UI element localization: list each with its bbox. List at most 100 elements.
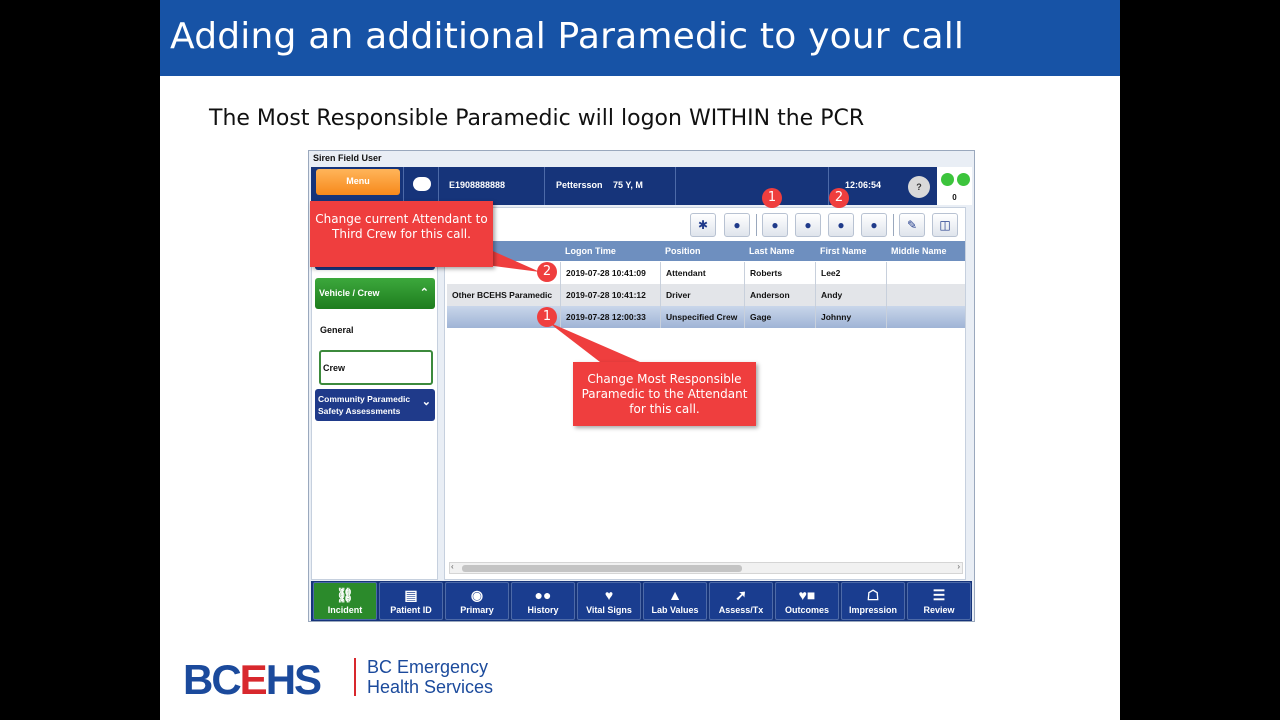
step-badge-1: 1 xyxy=(537,307,557,327)
patient-name: Pettersson xyxy=(556,180,603,190)
row-position: Attendant xyxy=(666,268,706,278)
status-dot-icon xyxy=(941,173,954,186)
nav-impression[interactable]: ☖ Impression xyxy=(841,582,905,620)
grid-line xyxy=(815,262,816,284)
scrollbar-thumb[interactable] xyxy=(462,565,742,572)
grid-line xyxy=(744,284,745,306)
chevron-up-icon: ⌃ xyxy=(419,287,429,299)
chat-icon[interactable] xyxy=(413,177,431,191)
logo-divider xyxy=(354,658,356,696)
step-badge-2: 2 xyxy=(829,188,849,208)
bcehs-logo: BCEHS xyxy=(183,656,322,704)
sidebar-item-general[interactable]: General xyxy=(320,325,354,335)
grid-line xyxy=(886,306,887,328)
set-crew-1-button[interactable]: ● xyxy=(762,213,788,237)
set-crew-2-button[interactable]: ● xyxy=(795,213,821,237)
heart-icon: ♥ xyxy=(604,587,614,603)
column-header[interactable]: First Name xyxy=(820,246,867,256)
id-card-icon: ▤ xyxy=(404,587,418,603)
column-header[interactable]: Last Name xyxy=(749,246,795,256)
nav-label: Incident xyxy=(327,605,363,615)
top-bar: Menu E1908888888 Pettersson 75 Y, M 12:0… xyxy=(311,167,972,205)
clock-time: 12:06:54 xyxy=(845,180,882,190)
set-crew-other-button[interactable]: ● xyxy=(861,213,887,237)
divider xyxy=(438,167,439,205)
add-crew-button[interactable]: ● xyxy=(724,213,750,237)
patient-info: 75 Y, M xyxy=(613,180,643,190)
nav-assess-tx[interactable]: ➚ Assess/Tx xyxy=(709,582,773,620)
nav-lab-values[interactable]: ▲ Lab Values xyxy=(643,582,707,620)
step-badge-1: 1 xyxy=(762,188,782,208)
grid-header: e Logon Time Position Last Name First Na… xyxy=(447,241,965,261)
nav-label: Vital Signs xyxy=(586,605,632,615)
logo-text: E xyxy=(239,656,268,703)
slide: Adding an additional Paramedic to your c… xyxy=(160,0,1120,720)
edit-pencil-icon[interactable]: ✎ xyxy=(899,213,925,237)
delete-trash-icon[interactable]: ◫ xyxy=(932,213,958,237)
history-icon: ●● xyxy=(534,587,552,603)
nav-outcomes[interactable]: ♥■ Outcomes xyxy=(775,582,839,620)
help-button[interactable]: ? xyxy=(908,176,930,198)
impression-icon: ☖ xyxy=(866,587,880,603)
flask-icon: ▲ xyxy=(668,587,682,603)
horizontal-scrollbar[interactable]: ‹ › xyxy=(449,562,963,574)
nav-label: Outcomes xyxy=(784,605,829,615)
nav-primary[interactable]: ◉ Primary xyxy=(445,582,509,620)
grid-line xyxy=(560,284,561,306)
divider xyxy=(893,214,894,236)
incident-id: E1908888888 xyxy=(449,180,506,190)
ambulance-icon: ⛓ xyxy=(336,587,354,603)
grid-line xyxy=(744,262,745,284)
row-first-name: Johnny xyxy=(821,312,852,322)
grid-line xyxy=(815,284,816,306)
nav-incident[interactable]: ⛓ Incident xyxy=(313,582,377,620)
logo-text: HS xyxy=(265,656,322,703)
table-row-selected[interactable]: 2019-07-28 12:00:33 Unspecified Crew Gag… xyxy=(447,306,965,328)
column-header[interactable]: Position xyxy=(665,246,701,256)
set-crew-3-button[interactable]: ● xyxy=(828,213,854,237)
nav-review[interactable]: ☰ Review xyxy=(907,582,971,620)
callout-change-most-responsible: Change Most Responsible Paramedic to the… xyxy=(573,362,756,426)
nav-label: Primary xyxy=(460,605,494,615)
bottom-nav: ⛓ Incident ▤ Patient ID ◉ Primary ●● His… xyxy=(311,581,972,621)
logo-text: BC xyxy=(183,656,242,703)
grid-line xyxy=(815,306,816,328)
nav-label: Impression xyxy=(848,605,897,615)
scroll-right-icon[interactable]: › xyxy=(957,562,960,571)
sidebar-item-community-paramedic[interactable]: Community Paramedic Safety Assessments ⌄ xyxy=(315,389,435,421)
divider xyxy=(675,167,676,205)
sidebar-item-label: Safety Assessments xyxy=(318,406,401,416)
nav-patient-id[interactable]: ▤ Patient ID xyxy=(379,582,443,620)
scroll-left-icon[interactable]: ‹ xyxy=(451,562,454,571)
sidebar-item-label: Community Paramedic xyxy=(318,394,411,404)
clipboard-icon: ☰ xyxy=(932,587,946,603)
sidebar-item-crew[interactable]: Crew xyxy=(319,350,433,385)
status-dot-icon xyxy=(957,173,970,186)
column-header[interactable]: Logon Time xyxy=(565,246,616,256)
row-first-name: Andy xyxy=(821,290,843,300)
organization-name: BC Emergency Health Services xyxy=(367,657,493,697)
grid-line xyxy=(886,262,887,284)
syringe-icon: ➚ xyxy=(735,587,747,603)
sidebar-item-vehicle-crew[interactable]: Vehicle / Crew ⌃ xyxy=(315,278,435,309)
add-medical-icon[interactable]: ✱ xyxy=(690,213,716,237)
grid-line xyxy=(560,306,561,328)
grid-line xyxy=(886,284,887,306)
sidebar-item-label: Vehicle / Crew xyxy=(319,288,380,298)
row-last-name: Anderson xyxy=(750,290,790,300)
table-row[interactable]: 2019-07-28 10:41:09 Attendant Roberts Le… xyxy=(447,262,965,284)
nav-vital-signs[interactable]: ♥ Vital Signs xyxy=(577,582,641,620)
column-header[interactable]: Middle Name xyxy=(891,246,947,256)
window-title: Siren Field User xyxy=(313,153,382,163)
menu-button[interactable]: Menu xyxy=(316,169,400,195)
nav-label: Assess/Tx xyxy=(718,605,764,615)
nav-history[interactable]: ●● History xyxy=(511,582,575,620)
grid-line xyxy=(560,262,561,284)
table-row[interactable]: Other BCEHS Paramedic 2019-07-28 10:41:1… xyxy=(447,284,965,306)
row-last-name: Gage xyxy=(750,312,772,322)
slide-title: Adding an additional Paramedic to your c… xyxy=(170,16,965,57)
status-indicator: 0 xyxy=(937,167,972,205)
divider xyxy=(403,167,404,205)
row-role: Other BCEHS Paramedic xyxy=(452,290,553,300)
step-badge-2: 2 xyxy=(537,262,557,282)
